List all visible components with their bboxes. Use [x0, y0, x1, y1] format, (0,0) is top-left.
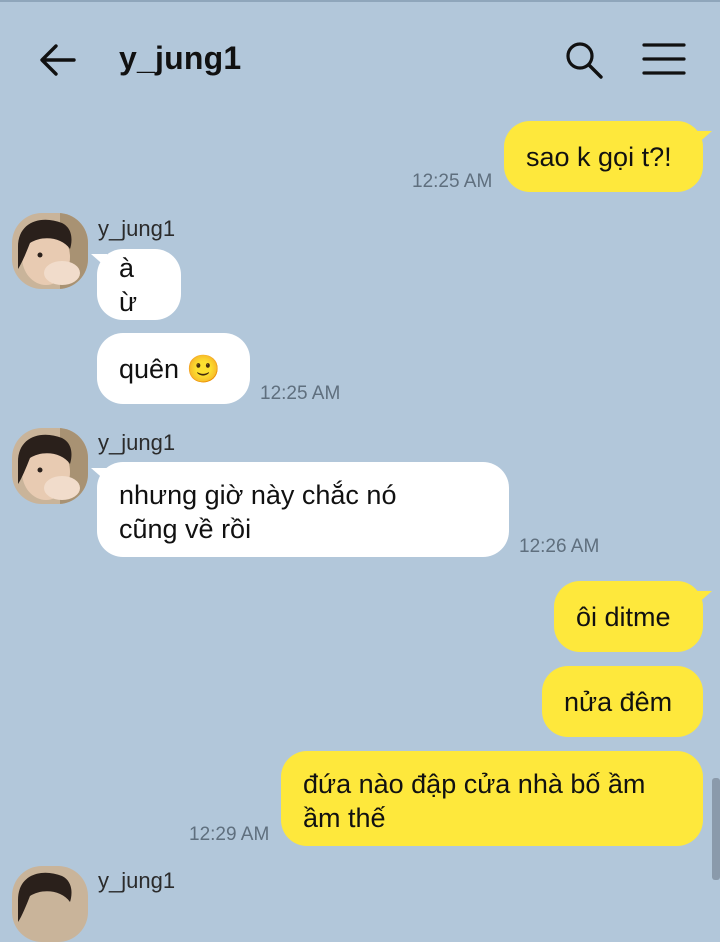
message-text: đứa nào đập cửa nhà bố ầm ầm thế — [303, 767, 645, 835]
my-message-bubble[interactable]: sao k gọi t?! — [504, 121, 703, 192]
message-line: ầm thế — [303, 803, 386, 833]
message-line: đứa nào đập cửa nhà bố ầm — [303, 769, 646, 799]
avatar-photo — [12, 866, 88, 942]
scrollbar[interactable] — [712, 778, 720, 880]
message-text: nửa đêm — [564, 686, 673, 717]
message-time: 12:26 AM — [519, 536, 600, 557]
search-icon — [566, 42, 603, 79]
menu-button[interactable] — [640, 40, 688, 80]
avatar[interactable] — [12, 866, 88, 942]
avatar-photo — [12, 213, 88, 289]
message-text: ôi ditme — [576, 601, 671, 632]
message-text: quên 🙂 — [119, 353, 221, 384]
bubble-tail — [696, 131, 712, 145]
avatar[interactable] — [12, 428, 88, 504]
my-message-bubble[interactable]: nửa đêm — [542, 666, 703, 737]
their-message-bubble[interactable]: à ừ — [97, 249, 181, 320]
chat-header: y_jung1 — [0, 0, 720, 118]
their-message-bubble[interactable]: nhưng giờ này chắc nó cũng về rồi — [97, 462, 509, 557]
my-message-bubble[interactable]: đứa nào đập cửa nhà bố ầm ầm thế — [281, 751, 703, 846]
message-line: cũng về rồi — [119, 514, 252, 544]
their-message-bubble[interactable]: quên 🙂 — [97, 333, 250, 404]
chat-title: y_jung1 — [119, 40, 242, 76]
sender-name: y_jung1 — [98, 868, 176, 893]
sender-name: y_jung1 — [98, 430, 176, 455]
message-time: 12:25 AM — [412, 171, 493, 192]
message-time: 12:29 AM — [189, 824, 270, 845]
back-button[interactable] — [36, 38, 80, 82]
search-button[interactable] — [562, 38, 606, 82]
message-line: nhưng giờ này chắc nó — [119, 480, 397, 510]
avatar-photo — [12, 428, 88, 504]
message-time: 12:25 AM — [260, 383, 341, 404]
avatar[interactable] — [12, 213, 88, 289]
my-message-bubble[interactable]: ôi ditme — [554, 581, 703, 652]
bubble-tail — [696, 591, 712, 605]
message-text: sao k gọi t?! — [526, 141, 672, 172]
sender-name: y_jung1 — [98, 216, 176, 241]
hamburger-menu-icon — [642, 43, 686, 75]
message-text: à ừ — [119, 252, 138, 317]
message-text: nhưng giờ này chắc nó cũng về rồi — [119, 478, 396, 546]
arrow-left-icon — [40, 44, 76, 76]
